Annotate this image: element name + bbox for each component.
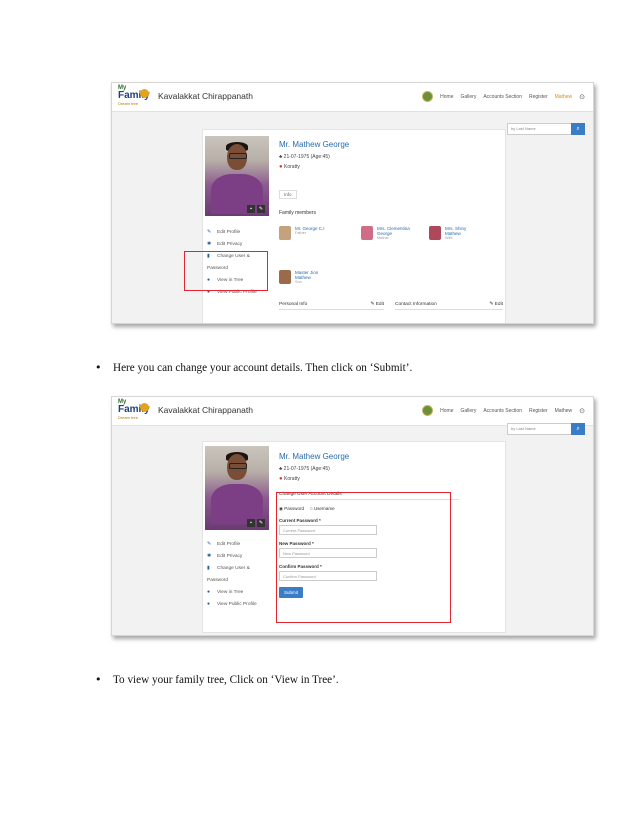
- profile-photo: ▪ ✎: [205, 136, 269, 216]
- search-input[interactable]: by Last Name ⌕: [507, 123, 585, 135]
- user-icon: ●: [207, 589, 211, 595]
- family-name: Kavalakkat Chirappanath: [158, 91, 253, 101]
- view-in-tree-link[interactable]: ● View in Tree: [207, 586, 257, 598]
- location-pin-icon: ●: [279, 164, 283, 170]
- nav-home[interactable]: Home: [440, 94, 453, 100]
- edit-icon[interactable]: ✎: [257, 519, 265, 527]
- nav-home[interactable]: Home: [440, 408, 453, 414]
- app-logo[interactable]: My Family Dream tree: [118, 399, 152, 423]
- view-public-profile-link[interactable]: ● View Public Profile: [207, 598, 257, 610]
- flag-icon: [422, 405, 434, 416]
- profile-location: ● Koratty: [279, 164, 300, 170]
- top-navbar: My Family Dream tree Kavalakkat Chirappa…: [112, 83, 593, 112]
- profile-photo: ▪ ✎: [205, 446, 269, 530]
- nav-gallery[interactable]: Gallery: [461, 94, 477, 100]
- profile-name: Mr. Mathew George: [279, 452, 350, 461]
- top-navbar: My Family Dream tree Kavalakkat Chirappa…: [112, 397, 593, 426]
- profile-dob: ♣ 21-07-1975 (Age:45): [279, 154, 330, 160]
- edit-profile-link[interactable]: ✎ Edit Profile: [207, 538, 257, 550]
- tab-info[interactable]: Info: [279, 190, 297, 199]
- instruction-text-2: To view your family tree, Click on ‘View…: [113, 674, 339, 686]
- edit-icon[interactable]: ✎: [257, 205, 265, 213]
- avatar: [361, 226, 373, 240]
- family-member[interactable]: Mrs. Clementina George Mother: [361, 226, 421, 240]
- nav-user[interactable]: Mathew: [555, 408, 573, 414]
- flag-icon: [422, 91, 434, 102]
- location-pin-icon: ●: [279, 476, 283, 482]
- family-member[interactable]: Master Jion Mathew Son: [279, 270, 329, 284]
- search-icon[interactable]: ⌕: [571, 423, 585, 435]
- nav-menu: Home Gallery Accounts Section Register M…: [422, 91, 585, 102]
- profile-side-menu: ✎ Edit Profile ✱ Edit Privacy ▮ Change User…: [207, 538, 257, 610]
- avatar: [429, 226, 441, 240]
- instruction-text-1: Here you can change your account details…: [113, 362, 413, 374]
- tree-icon: [140, 403, 149, 412]
- tree-icon: [140, 89, 149, 98]
- change-password-link-cont[interactable]: Password: [207, 574, 257, 586]
- lock-icon: ▮: [207, 565, 210, 571]
- avatar: [279, 270, 291, 284]
- profile-name: Mr. Mathew George: [279, 140, 350, 149]
- delete-icon[interactable]: ▪: [247, 205, 255, 213]
- help-icon[interactable]: ⊙: [579, 407, 585, 415]
- privacy-icon: ✱: [207, 553, 212, 559]
- avatar: [279, 226, 291, 240]
- pencil-icon: ✎: [207, 541, 212, 547]
- privacy-icon: ✱: [207, 241, 212, 247]
- search-input[interactable]: by Last Name ⌕: [507, 423, 585, 435]
- family-name: Kavalakkat Chirappanath: [158, 405, 253, 415]
- user-icon: ●: [207, 601, 211, 607]
- help-icon[interactable]: ⊙: [579, 93, 585, 101]
- profile-dob: ♣ 21-07-1975 (Age:45): [279, 466, 330, 472]
- pencil-icon: ✎: [207, 229, 212, 235]
- profile-card: ▪ ✎ Mr. Mathew George ♣ 21-07-1975 (Age:4…: [202, 129, 506, 323]
- screenshot-change-password: My Family Dream tree Kavalakkat Chirappa…: [111, 396, 594, 636]
- bullet-icon: •: [95, 361, 102, 374]
- contact-info-header: Contact Information ✎ Edit: [395, 302, 503, 310]
- search-icon[interactable]: ⌕: [571, 123, 585, 135]
- nav-register[interactable]: Register: [529, 94, 548, 100]
- nav-register[interactable]: Register: [529, 408, 548, 414]
- bullet-icon: •: [95, 673, 102, 686]
- edit-personal-button[interactable]: ✎ Edit: [370, 302, 384, 307]
- highlight-box: [184, 251, 268, 291]
- personal-info-header: Personal Info ✎ Edit: [279, 302, 384, 310]
- edit-contact-button[interactable]: ✎ Edit: [489, 302, 503, 307]
- nav-gallery[interactable]: Gallery: [461, 408, 477, 414]
- family-member[interactable]: Mrs. Shiny Mathew Wife: [429, 226, 479, 240]
- profile-location: ● Koratty: [279, 476, 300, 482]
- edit-profile-link[interactable]: ✎ Edit Profile: [207, 226, 257, 238]
- highlight-box: [276, 492, 451, 623]
- nav-user[interactable]: Mathew: [555, 94, 573, 100]
- family-member[interactable]: Mr. George C.I Father: [279, 226, 325, 240]
- nav-accounts[interactable]: Accounts Section: [483, 408, 522, 414]
- nav-menu: Home Gallery Accounts Section Register M…: [422, 405, 585, 416]
- change-password-link[interactable]: ▮ Change User &: [207, 562, 257, 574]
- screenshot-profile: My Family Dream tree Kavalakkat Chirappa…: [111, 82, 594, 324]
- edit-privacy-link[interactable]: ✱ Edit Privacy: [207, 550, 257, 562]
- nav-accounts[interactable]: Accounts Section: [483, 94, 522, 100]
- family-members-title: Family members: [279, 210, 316, 216]
- edit-privacy-link[interactable]: ✱ Edit Privacy: [207, 238, 257, 250]
- delete-icon[interactable]: ▪: [247, 519, 255, 527]
- app-logo[interactable]: My Family Dream tree: [118, 85, 152, 109]
